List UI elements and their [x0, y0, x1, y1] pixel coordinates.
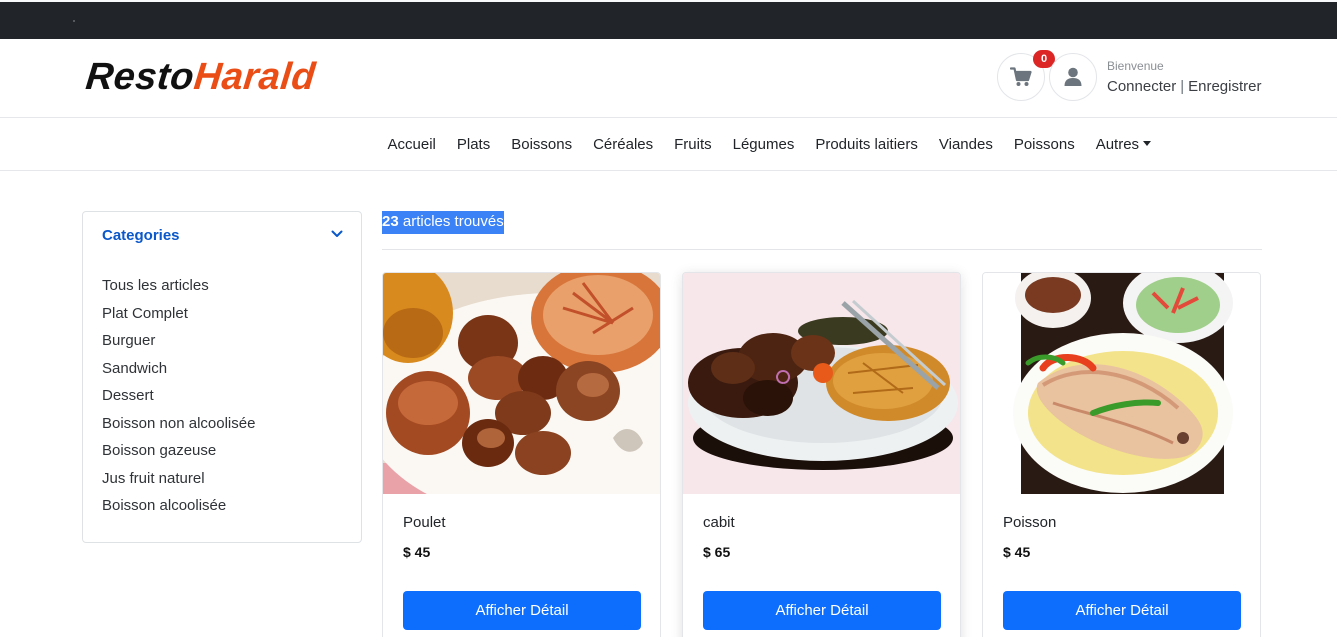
register-link[interactable]: Enregistrer	[1188, 78, 1261, 95]
product-name[interactable]: Poisson	[1003, 514, 1056, 531]
fried-meat-plate-photo	[383, 273, 660, 494]
category-item[interactable]: Boisson non alcoolisée	[102, 414, 255, 442]
top-bar	[0, 0, 1337, 39]
results-count: 23 articles trouvés	[382, 211, 504, 234]
site-header: RestoHarald 0 Bienvenue Connecter | Enregi…	[0, 39, 1337, 118]
nav-item-accueil[interactable]: Accueil	[377, 136, 446, 153]
product-name[interactable]: cabit	[703, 514, 735, 531]
product-image[interactable]	[983, 273, 1260, 494]
nav-item-viandes[interactable]: Viandes	[928, 136, 1003, 153]
category-item[interactable]: Burguer	[102, 331, 255, 359]
categories-list: Tous les articles Plat Complet Burguer S…	[102, 276, 255, 524]
view-detail-button[interactable]: Afficher Détail	[1003, 591, 1241, 630]
product-card[interactable]: Poisson $ 45 Afficher Détail	[982, 272, 1261, 637]
category-item[interactable]: Boisson alcoolisée	[102, 496, 255, 524]
category-item[interactable]: Boisson gazeuse	[102, 441, 255, 469]
fish-plate-photo	[983, 273, 1260, 494]
product-card[interactable]: Poulet $ 45 Afficher Détail	[382, 272, 661, 637]
user-icon	[1064, 67, 1082, 86]
goat-rice-plate-photo	[683, 273, 960, 494]
nav-item-autres-dropdown[interactable]: Autres	[1085, 136, 1161, 153]
nav-item-poissons[interactable]: Poissons	[1003, 136, 1085, 153]
nav-item-fruits[interactable]: Fruits	[664, 136, 723, 153]
main-nav: Accueil Plats Boissons Céréales Fruits L…	[0, 118, 1337, 171]
brand-logo-part1: Resto	[83, 56, 197, 98]
nav-list: Accueil Plats Boissons Céréales Fruits L…	[377, 118, 1162, 171]
nav-item-legumes[interactable]: Légumes	[722, 136, 805, 153]
product-name[interactable]: Poulet	[403, 514, 446, 531]
product-price: $ 45	[1003, 544, 1031, 560]
welcome-text: Bienvenue	[1107, 59, 1164, 73]
results-divider	[382, 249, 1262, 250]
view-detail-button[interactable]: Afficher Détail	[703, 591, 941, 630]
product-card[interactable]: cabit $ 65 Afficher Détail	[682, 272, 961, 637]
brand-logo[interactable]: RestoHarald	[84, 55, 318, 99]
categories-title[interactable]: Categories	[102, 227, 180, 244]
nav-item-produits-laitiers[interactable]: Produits laitiers	[805, 136, 929, 153]
results-count-label: articles trouvés	[402, 213, 504, 230]
product-image[interactable]	[683, 273, 960, 494]
login-link[interactable]: Connecter	[1107, 78, 1176, 95]
auth-separator: |	[1180, 78, 1185, 95]
product-price: $ 45	[403, 544, 431, 560]
category-item[interactable]: Jus fruit naturel	[102, 469, 255, 497]
category-item[interactable]: Sandwich	[102, 359, 255, 387]
category-item[interactable]: Tous les articles	[102, 276, 255, 304]
product-image[interactable]	[383, 273, 660, 494]
cart-icon	[1010, 67, 1032, 86]
nav-item-cereales[interactable]: Céréales	[583, 136, 664, 153]
results-count-number: 23	[382, 213, 399, 230]
brand-logo-part2: Harald	[191, 56, 318, 98]
auth-links: Connecter | Enregistrer	[1107, 78, 1261, 95]
nav-item-plats[interactable]: Plats	[446, 136, 500, 153]
top-bar-dot	[73, 20, 75, 22]
categories-panel: Categories Tous les articles Plat Comple…	[82, 211, 362, 543]
user-button[interactable]	[1049, 53, 1097, 101]
view-detail-button[interactable]: Afficher Détail	[403, 591, 641, 630]
nav-item-boissons[interactable]: Boissons	[501, 136, 583, 153]
category-item[interactable]: Dessert	[102, 386, 255, 414]
product-price: $ 65	[703, 544, 731, 560]
chevron-down-icon[interactable]	[331, 229, 343, 239]
category-item[interactable]: Plat Complet	[102, 304, 255, 332]
